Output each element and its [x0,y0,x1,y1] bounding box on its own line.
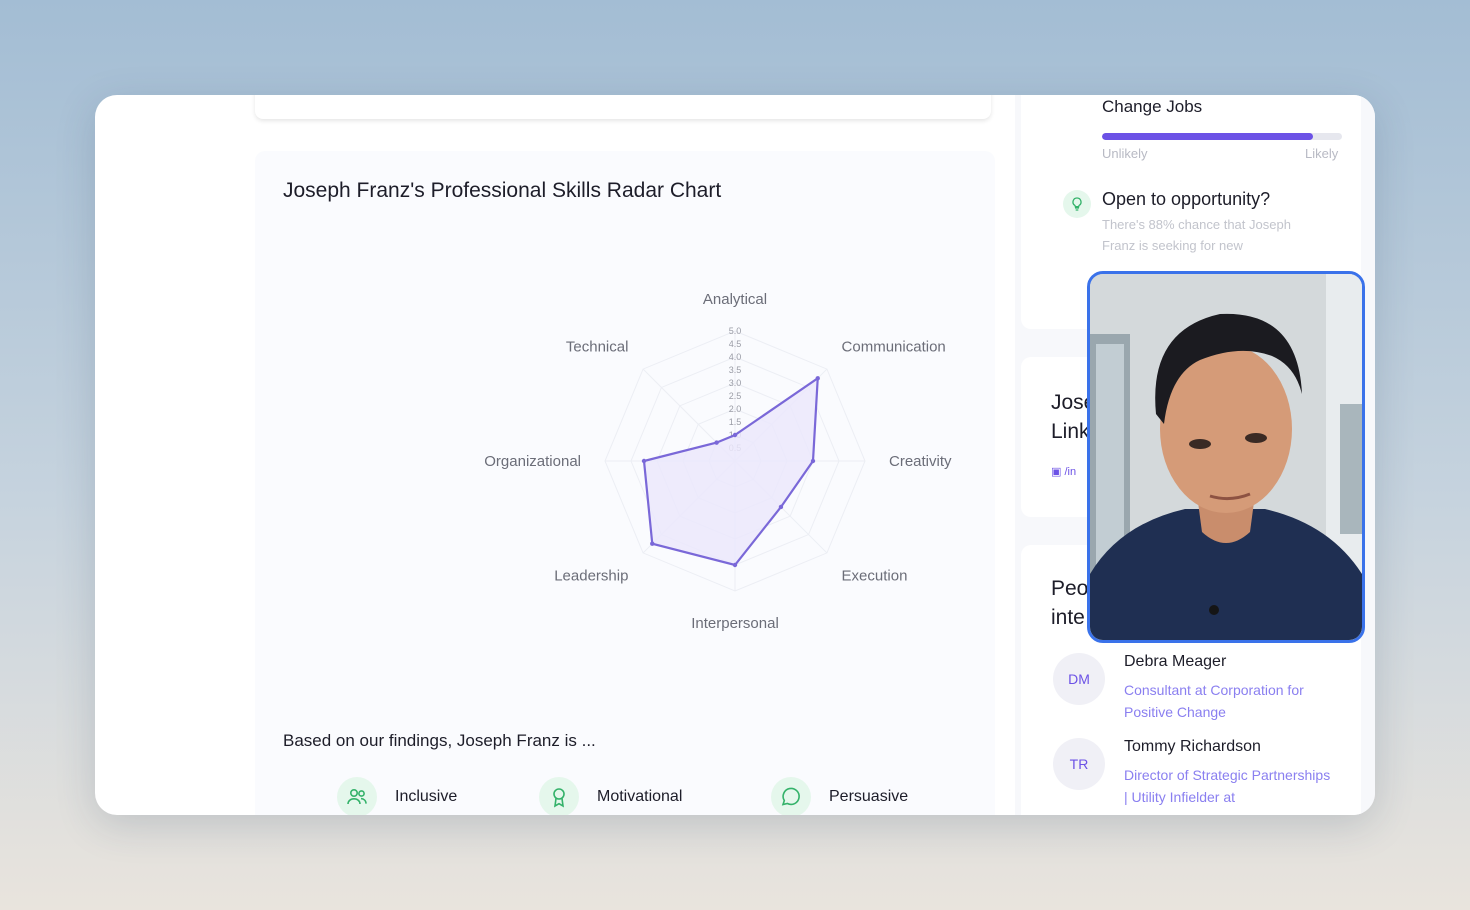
radar-tick-label: 3.5 [729,365,742,375]
scale-high-label: Likely [1305,146,1339,161]
change-jobs-title: Change Jobs [1102,97,1203,116]
radar-tick-label: 1.5 [729,417,742,427]
radar-axis-label-leadership: Leadership [554,568,628,585]
chat-bubble-icon [771,777,811,815]
webcam-overlay[interactable] [1087,271,1365,643]
radar-tick-label: 5.0 [729,326,742,336]
change-jobs-progress [1102,133,1342,140]
award-icon [539,777,579,815]
trait-inclusive: Inclusive [337,777,457,815]
open-to-opportunity-title: Open to opportunity? [1102,189,1271,209]
app-window: Joseph Franz's Professional Skills Radar… [95,95,1375,815]
trait-label: Inclusive [395,788,458,805]
radar-tick-label: 3.0 [729,378,742,388]
radar-tick-label: 2.0 [729,404,742,414]
avatar[interactable]: DM [1053,653,1105,705]
radar-point-analytical [732,432,738,438]
linkedin-link[interactable]: ▣ /in [1051,465,1076,478]
radar-point-interpersonal [732,562,738,568]
people-icon [337,777,377,815]
avatar[interactable]: TR [1053,738,1105,790]
radar-axis-label-organizational: Organizational [484,453,581,470]
linkedin-path: /in [1064,466,1077,478]
person-title: Consultant at Corporation for Positive C… [1124,682,1304,720]
person-name[interactable]: Debra Meager [1124,653,1226,671]
radar-point-creativity [810,458,816,464]
scale-low-label: Unlikely [1102,146,1148,161]
trait-label: Motivational [597,788,683,805]
radar-axis-label-analytical: Analytical [703,291,767,308]
radar-axis-label-technical: Technical [566,338,629,355]
findings-text: Based on our findings, Joseph Franz is .… [283,731,596,750]
presenter-video-frame [1090,274,1362,640]
open-to-opportunity-description: There's 88% chance that Joseph Franz is … [1102,217,1291,253]
radar-point-technical [714,440,719,445]
trait-motivational: Motivational [539,777,682,815]
radar-point-leadership [650,541,655,546]
radar-axis-label-interpersonal: Interpersonal [691,615,779,632]
people-heading-line2: inte [1051,606,1085,629]
radar-tick-label: 2.5 [729,391,742,401]
radar-axis-label-execution: Execution [842,568,908,585]
radar-axis-label-communication: Communication [842,338,946,355]
radar-tick-label: 4.0 [729,352,742,362]
person-name[interactable]: Tommy Richardson [1124,738,1261,756]
linkedin-heading-line2: Link [1051,420,1090,443]
progress-fill [1102,133,1314,140]
skills-chart-card: Joseph Franz's Professional Skills Radar… [255,151,995,815]
radar-point-communication [815,376,820,381]
lightbulb-icon [1063,190,1091,218]
trait-label: Persuasive [829,788,909,805]
radar-axis-label-creativity: Creativity [889,453,952,470]
radar-chart: 5.04.54.03.53.02.52.01.51.00.5 Analytica… [484,291,952,632]
trait-persuasive: Persuasive [771,777,908,815]
radar-point-execution [778,504,784,510]
radar-point-organizational [641,458,647,464]
people-heading-line1: Peo [1051,577,1089,600]
previous-card [255,95,991,119]
person-title: Director of Strategic Partnerships | Uti… [1124,767,1331,805]
radar-tick-label: 4.5 [729,339,742,349]
linkedin-icon: ▣ [1051,466,1062,478]
